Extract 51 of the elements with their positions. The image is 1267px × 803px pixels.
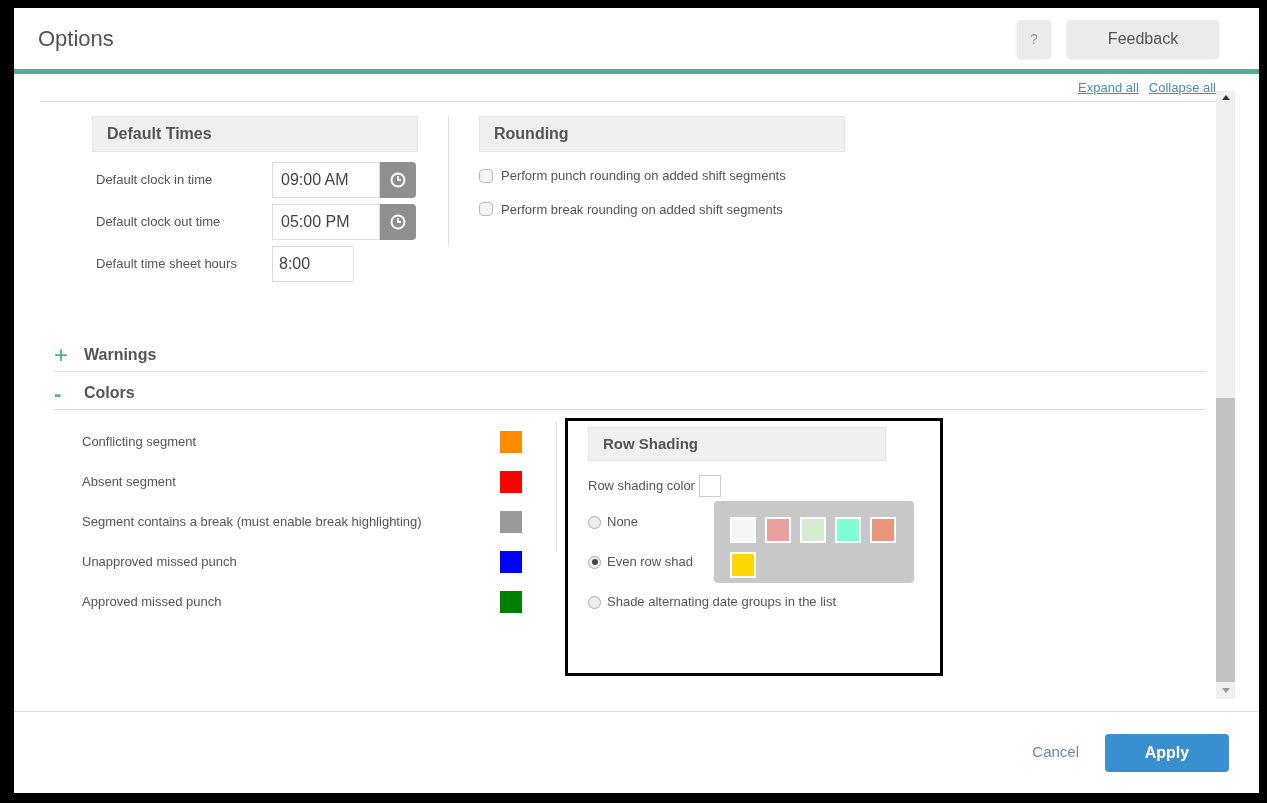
color-swatch[interactable] (500, 551, 522, 573)
checkbox[interactable] (479, 168, 493, 183)
color-swatch[interactable] (500, 471, 522, 493)
color-label: Absent segment (82, 473, 176, 492)
feedback-button[interactable]: Feedback (1067, 19, 1219, 58)
section-title: Warnings (84, 345, 157, 365)
hours-field[interactable]: 8:00 (272, 246, 354, 282)
color-label: Segment contains a break (must enable break highlighting) (82, 513, 422, 532)
section-heading: Default Times (92, 116, 418, 152)
radio-button[interactable] (588, 515, 601, 529)
color-swatch[interactable] (500, 591, 522, 613)
section-toggle[interactable]: - (54, 383, 84, 405)
palette-swatch[interactable] (730, 517, 756, 543)
radio-label: Shade alternating date groups in the list (607, 593, 837, 612)
apply-button[interactable]: Apply (1105, 733, 1229, 772)
dialog-title: Options (38, 25, 114, 53)
scroll-up-icon[interactable] (1221, 95, 1230, 100)
cancel-button[interactable]: Cancel (1032, 741, 1079, 764)
section-title: Colors (84, 383, 135, 403)
field-label: Default clock in time (95, 171, 214, 190)
palette-swatch[interactable] (730, 552, 756, 578)
field-label: Default clock out time (95, 213, 222, 232)
help-button[interactable]: ? (1017, 19, 1051, 58)
section-heading: Row Shading (588, 427, 886, 461)
scroll-down-icon[interactable] (1221, 688, 1230, 693)
radio-label: Even row shad (607, 553, 693, 572)
collapse-all-link[interactable]: Collapse all (1148, 77, 1216, 97)
field-label: Default time sheet hours (95, 255, 238, 274)
clock-icon (390, 172, 406, 188)
section-heading: Rounding (479, 116, 845, 152)
color-swatch[interactable] (500, 431, 522, 453)
radio-button[interactable] (588, 595, 601, 609)
palette-swatch[interactable] (870, 517, 896, 543)
checkbox[interactable] (479, 202, 493, 217)
color-swatch[interactable] (500, 511, 522, 533)
color-label: Conflicting segment (82, 433, 197, 452)
field-label: Row shading color (588, 477, 695, 496)
palette-swatch[interactable] (800, 517, 826, 543)
color-label: Unapproved missed punch (82, 553, 237, 572)
color-label: Approved missed punch (82, 593, 222, 612)
palette-swatch[interactable] (835, 517, 861, 543)
checkbox-label: Perform break rounding on added shift segments (501, 200, 783, 219)
scrollbar[interactable] (1216, 91, 1235, 699)
radio-label: None (607, 513, 639, 532)
section-toggle[interactable]: + (54, 343, 84, 367)
palette-swatch[interactable] (765, 517, 791, 543)
clock-icon (390, 214, 406, 230)
checkbox-label: Perform punch rounding on added shift segments (501, 167, 786, 185)
radio-button[interactable] (588, 555, 601, 569)
color-picker-swatch[interactable] (698, 475, 721, 497)
expand-all-link[interactable]: Expand all (1078, 77, 1139, 97)
